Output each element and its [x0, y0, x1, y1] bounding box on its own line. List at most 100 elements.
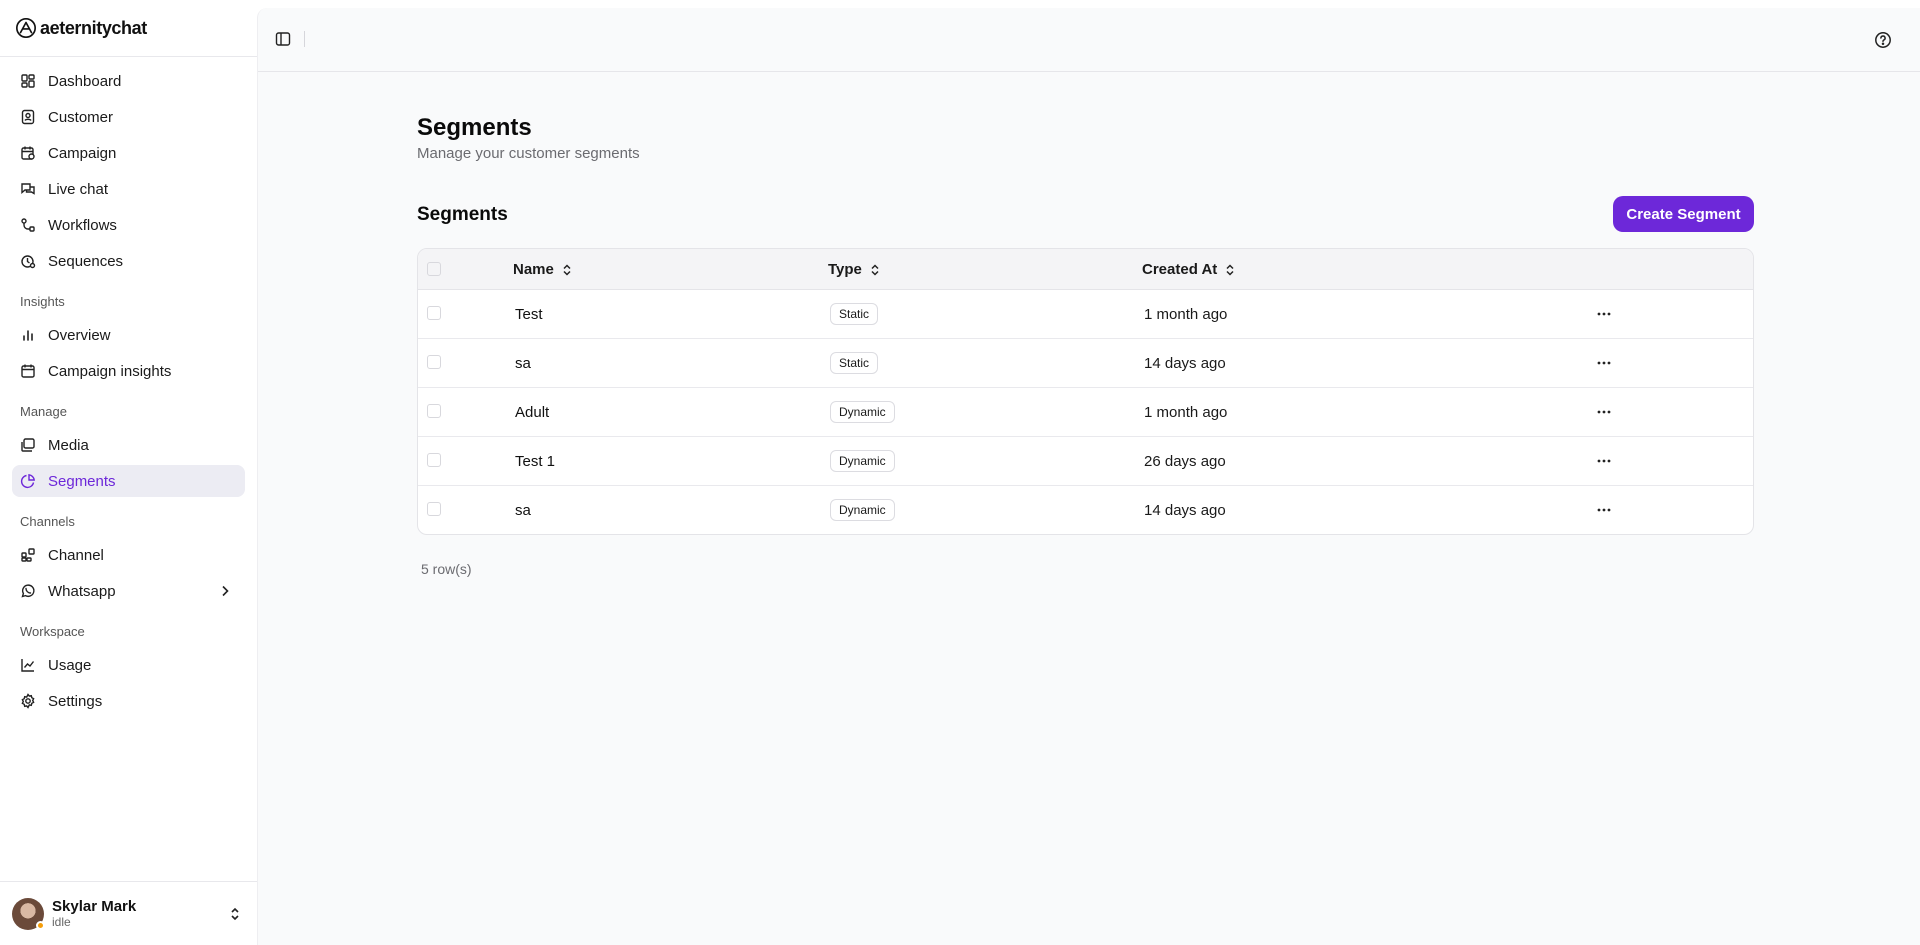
row-checkbox[interactable] — [427, 355, 441, 369]
sidebar-item-label: Usage — [48, 656, 92, 674]
segment-name: sa — [515, 501, 531, 519]
dashboard-icon — [20, 73, 36, 89]
more-actions-icon[interactable] — [1594, 339, 1614, 387]
segment-created-at: 26 days ago — [1144, 452, 1226, 470]
row-checkbox[interactable] — [427, 502, 441, 516]
sidebar-item-label: Settings — [48, 692, 103, 710]
sidebar-item-label: Campaign insights — [48, 362, 172, 380]
column-header-type[interactable]: Type — [828, 249, 882, 290]
sidebar-item-dashboard[interactable]: Dashboard — [12, 65, 245, 97]
sidebar-item-campaign-insights[interactable]: Campaign insights — [12, 355, 245, 387]
more-actions-icon[interactable] — [1594, 388, 1614, 436]
sequence-icon — [20, 253, 36, 269]
sidebar-item-settings[interactable]: Settings — [12, 685, 245, 717]
workflow-icon — [20, 217, 36, 233]
more-actions-icon[interactable] — [1594, 290, 1614, 338]
sidebar-item-label: Live chat — [48, 180, 109, 198]
segment-created-at: 1 month ago — [1144, 305, 1228, 323]
type-badge: Static — [830, 352, 879, 374]
sidebar-item-live-chat[interactable]: Live chat — [12, 173, 245, 205]
sidebar-item-label: Overview — [48, 326, 111, 344]
sidebar-nav: Dashboard Customer Campaign Live chat Wo… — [0, 57, 257, 717]
nav-group-workspace: Workspace — [20, 624, 85, 639]
user-menu[interactable]: Skylar Mark idle — [0, 881, 257, 945]
type-badge: Static — [830, 303, 879, 325]
segment-created-at: 14 days ago — [1144, 501, 1226, 519]
line-chart-icon — [20, 657, 36, 673]
chevron-up-down-icon[interactable] — [227, 906, 243, 922]
column-label: Type — [828, 261, 862, 278]
page-subtitle: Manage your customer segments — [417, 145, 640, 162]
sidebar-item-campaign[interactable]: Campaign — [12, 137, 245, 169]
segments-table: Name Type Created At Test Static 1 month… — [417, 248, 1754, 535]
sidebar-item-label: Segments — [48, 472, 116, 490]
column-label: Created At — [1142, 261, 1218, 278]
media-icon — [20, 437, 36, 453]
table-header: Name Type Created At — [418, 249, 1753, 290]
topbar-divider — [304, 31, 305, 47]
segment-type: Dynamic — [830, 388, 895, 436]
section-title: Segments — [417, 204, 508, 225]
type-badge: Dynamic — [830, 499, 895, 521]
gear-icon — [20, 693, 36, 709]
create-segment-button[interactable]: Create Segment — [1613, 196, 1754, 232]
sidebar-item-workflows[interactable]: Workflows — [12, 209, 245, 241]
sidebar-item-whatsapp[interactable]: Whatsapp — [12, 575, 245, 607]
main-content: Segments Manage your customer segments S… — [257, 8, 1920, 945]
sidebar-item-channel[interactable]: Channel — [12, 539, 245, 571]
sidebar-item-usage[interactable]: Usage — [12, 649, 245, 681]
sidebar-toggle-icon[interactable] — [275, 31, 291, 47]
sidebar-item-sequences[interactable]: Sequences — [12, 245, 245, 277]
brand[interactable]: aeternitychat — [0, 0, 257, 57]
chat-icon — [20, 181, 36, 197]
segment-created-at: 14 days ago — [1144, 354, 1226, 372]
column-header-name[interactable]: Name — [513, 249, 574, 290]
nav-group-channels: Channels — [20, 514, 75, 529]
column-label: Name — [513, 261, 554, 278]
segment-name: Test — [515, 305, 543, 323]
segment-type: Static — [830, 290, 879, 338]
column-header-created-at[interactable]: Created At — [1142, 249, 1237, 290]
table-row[interactable]: Test 1 Dynamic 26 days ago — [418, 437, 1753, 486]
sidebar-item-customer[interactable]: Customer — [12, 101, 245, 133]
status-dot-icon — [36, 920, 45, 930]
row-checkbox[interactable] — [427, 453, 441, 467]
type-badge: Dynamic — [830, 401, 895, 423]
more-actions-icon[interactable] — [1594, 437, 1614, 485]
type-badge: Dynamic — [830, 450, 895, 472]
help-icon[interactable] — [1874, 31, 1892, 49]
channel-icon — [20, 547, 36, 563]
customer-icon — [20, 109, 36, 125]
sidebar-item-label: Channel — [48, 546, 104, 564]
table-row[interactable]: Test Static 1 month ago — [418, 290, 1753, 339]
row-checkbox[interactable] — [427, 306, 441, 320]
sidebar-item-label: Media — [48, 436, 89, 454]
campaign-icon — [20, 145, 36, 161]
sidebar-item-media[interactable]: Media — [12, 429, 245, 461]
sidebar-item-label: Sequences — [48, 252, 124, 270]
more-actions-icon[interactable] — [1594, 486, 1614, 534]
chevron-right-icon[interactable] — [217, 583, 233, 599]
pie-chart-icon — [20, 473, 36, 489]
table-row[interactable]: sa Static 14 days ago — [418, 339, 1753, 388]
table-row[interactable]: Adult Dynamic 1 month ago — [418, 388, 1753, 437]
user-name: Skylar Mark — [52, 898, 137, 915]
sidebar-item-label: Campaign — [48, 144, 117, 162]
select-all-checkbox[interactable] — [427, 262, 441, 276]
segment-type: Dynamic — [830, 486, 895, 534]
sidebar-item-label: Whatsapp — [48, 582, 116, 600]
sort-icon — [871, 263, 879, 276]
page-title: Segments — [417, 114, 532, 141]
segment-name: Adult — [515, 403, 550, 421]
sidebar-item-label: Customer — [48, 108, 114, 126]
nav-group-insights: Insights — [20, 294, 65, 309]
table-row[interactable]: sa Dynamic 14 days ago — [418, 486, 1753, 534]
sidebar-item-overview[interactable]: Overview — [12, 319, 245, 351]
avatar — [12, 897, 45, 930]
topbar — [258, 8, 1920, 72]
sidebar-item-segments[interactable]: Segments — [12, 465, 245, 497]
sort-icon — [563, 263, 571, 276]
bar-chart-icon — [20, 327, 36, 343]
row-checkbox[interactable] — [427, 404, 441, 418]
sort-icon — [1226, 263, 1234, 276]
